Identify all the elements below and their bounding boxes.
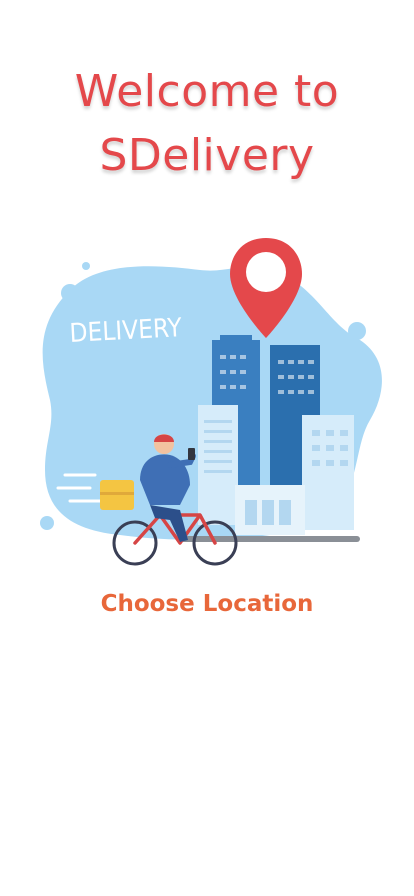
bubble (61, 284, 79, 302)
welcome-title: Welcome to SDelivery (0, 60, 414, 188)
bubble (348, 322, 366, 340)
delivery-badge-text: DELIVERY (69, 313, 183, 349)
choose-location-button[interactable]: Choose Location (0, 588, 414, 620)
bubble (82, 262, 90, 270)
delivery-illustration: DELIVERY (40, 238, 382, 566)
welcome-screen: Welcome to SDelivery DELIVERY Choose Loc… (0, 0, 414, 896)
bubble (40, 516, 54, 530)
welcome-title-line-2: SDelivery (99, 130, 315, 181)
bubble (355, 349, 363, 357)
welcome-title-line-1: Welcome to (74, 66, 340, 117)
